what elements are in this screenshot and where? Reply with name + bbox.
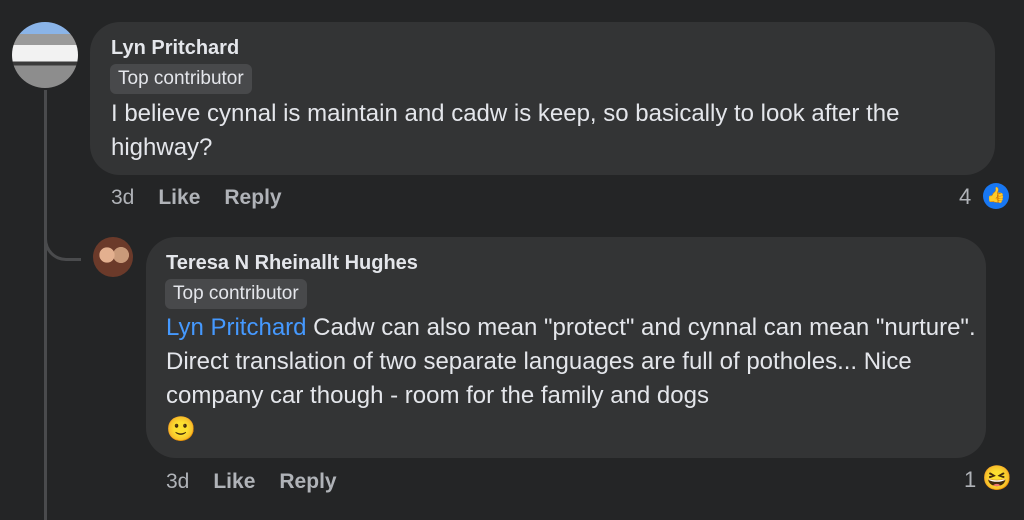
reply-button[interactable]: Reply: [279, 470, 336, 493]
comment-time[interactable]: 3d: [111, 186, 134, 209]
avatar-lyn-pritchard[interactable]: [12, 22, 78, 88]
comment-actions: 3d Like Reply: [111, 186, 306, 210]
like-icon[interactable]: 👍: [983, 183, 1009, 209]
comment-text: Lyn Pritchard Cadw can also mean "protec…: [166, 311, 976, 447]
comment-author[interactable]: Teresa N Rheinallt Hughes: [166, 252, 418, 275]
comment-time[interactable]: 3d: [166, 470, 189, 493]
slightly-smiling-emoji: 🙂: [166, 416, 196, 443]
reaction-count[interactable]: 4: [959, 184, 971, 210]
comment-author[interactable]: Lyn Pritchard: [111, 37, 239, 60]
laughing-face-icon[interactable]: 😆: [982, 466, 1012, 492]
avatar-teresa[interactable]: [93, 237, 133, 277]
mention-link[interactable]: Lyn Pritchard: [166, 314, 307, 341]
thread-connector: [44, 226, 81, 261]
thread-line: [44, 90, 47, 520]
top-contributor-badge: Top contributor: [110, 64, 252, 94]
reply-button[interactable]: Reply: [224, 186, 281, 209]
like-button[interactable]: Like: [158, 186, 200, 209]
comment-actions: 3d Like Reply: [166, 470, 361, 494]
top-contributor-badge: Top contributor: [165, 279, 307, 309]
reaction-count[interactable]: 1: [964, 467, 976, 493]
comment-text: I believe cynnal is maintain and cadw is…: [111, 100, 900, 161]
like-button[interactable]: Like: [213, 470, 255, 493]
